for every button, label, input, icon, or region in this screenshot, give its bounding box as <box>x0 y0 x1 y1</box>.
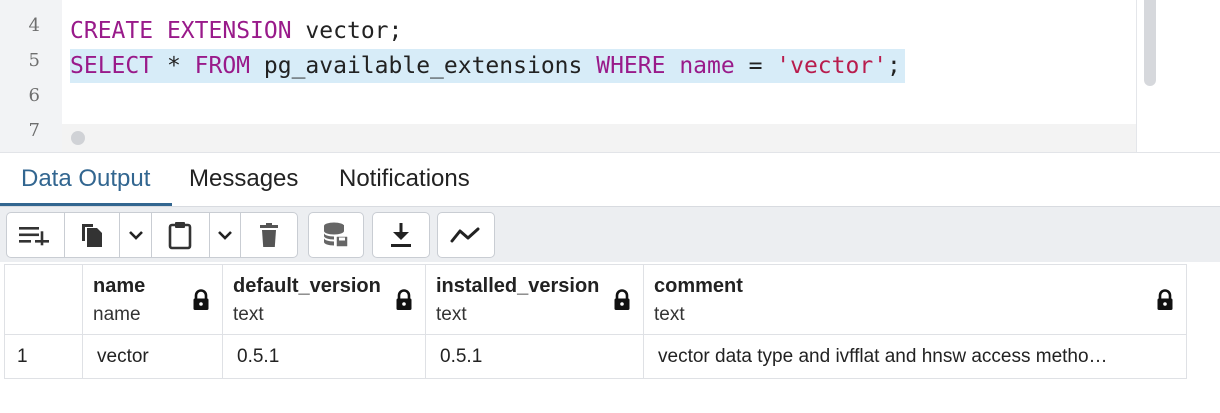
delete-icon <box>260 223 279 247</box>
table-row[interactable]: 1 vector 0.5.1 0.5.1 vector data type an… <box>4 334 1187 379</box>
line-number: 5 <box>28 50 40 71</box>
delete-button[interactable] <box>241 213 297 257</box>
operator-token: * <box>153 53 195 79</box>
code-line-4[interactable]: CREATE EXTENSION vector; <box>70 14 402 48</box>
add-row-button[interactable] <box>7 213 65 257</box>
result-grid: name name default_version text installed… <box>4 264 1187 379</box>
cursor-marker <box>71 131 85 145</box>
result-tabs: Data Output Messages Notifications <box>0 152 1220 206</box>
lock-icon <box>614 289 630 310</box>
row-number[interactable]: 1 <box>4 334 83 379</box>
paste-options-dropdown[interactable] <box>210 213 242 257</box>
current-line-highlight <box>62 124 1136 152</box>
table-cell[interactable]: 0.5.1 <box>222 334 426 379</box>
punctuation-token: ; <box>887 53 901 79</box>
graph-visualiser-button[interactable] <box>438 213 494 257</box>
lock-icon <box>193 289 209 310</box>
column-type: text <box>654 304 685 325</box>
code-line-5[interactable]: SELECT * FROM pg_available_extensions WH… <box>70 49 905 83</box>
table-cell[interactable]: vector <box>82 334 223 379</box>
save-data-button[interactable] <box>309 213 363 257</box>
download-button[interactable] <box>373 213 429 257</box>
chevron-down-icon <box>128 231 143 240</box>
column-header-comment[interactable]: comment text <box>643 264 1187 335</box>
download-button-group <box>372 212 430 258</box>
table-cell[interactable]: 0.5.1 <box>425 334 644 379</box>
line-number-gutter: 4 5 6 7 <box>0 0 62 152</box>
column-name: installed_version <box>436 275 600 297</box>
graph-button-group <box>437 212 495 258</box>
table-cell[interactable]: vector data type and ivfflat and hnsw ac… <box>643 334 1187 379</box>
column-name: default_version <box>233 275 381 297</box>
keyword-token: CREATE <box>70 18 154 44</box>
keyword-token: SELECT <box>70 53 154 79</box>
operator-token: = <box>734 53 777 79</box>
save-data-icon <box>324 222 349 248</box>
identifier-token: vector; <box>291 18 403 44</box>
column-name: comment <box>654 275 743 297</box>
data-output-toolbar <box>0 206 1220 262</box>
paste-icon <box>168 222 192 250</box>
row-number-header[interactable] <box>4 264 83 335</box>
tab-messages[interactable]: Messages <box>189 165 298 193</box>
line-number: 6 <box>28 85 40 106</box>
column-header-default-version[interactable]: default_version text <box>222 264 426 335</box>
line-number: 4 <box>28 15 40 36</box>
paste-button[interactable] <box>152 213 210 257</box>
tab-notifications[interactable]: Notifications <box>339 165 470 193</box>
query-editor[interactable]: 4 5 6 7 CREATE EXTENSION vector; SELECT … <box>0 0 1220 152</box>
tab-data-output[interactable]: Data Output <box>21 165 150 193</box>
add-row-icon <box>19 227 50 246</box>
copy-button[interactable] <box>65 213 121 257</box>
column-type: text <box>233 304 264 325</box>
keyword-token: WHERE <box>596 53 666 79</box>
line-number: 7 <box>28 120 40 141</box>
column-header-installed-version[interactable]: installed_version text <box>425 264 644 335</box>
keyword-token: EXTENSION <box>166 18 292 44</box>
editor-scrollbar-thumb[interactable] <box>1144 0 1156 86</box>
column-type: text <box>436 304 467 325</box>
copy-icon <box>81 224 102 247</box>
edit-button-group <box>6 212 298 258</box>
lock-icon <box>396 289 412 310</box>
keyword-token: FROM <box>194 53 251 79</box>
save-button-group <box>308 212 364 258</box>
identifier-token: pg_available_extensions <box>250 53 597 79</box>
graph-visualiser-icon <box>450 227 480 243</box>
column-header-name[interactable]: name name <box>82 264 223 335</box>
header-row: name name default_version text installed… <box>4 264 1187 335</box>
keyword-token: name <box>679 53 735 79</box>
result-table: name name default_version text installed… <box>4 264 1187 379</box>
copy-options-dropdown[interactable] <box>120 213 152 257</box>
download-icon <box>391 223 411 247</box>
string-literal-token: 'vector' <box>776 53 888 79</box>
chevron-down-icon <box>218 231 232 240</box>
lock-icon <box>1157 289 1173 310</box>
